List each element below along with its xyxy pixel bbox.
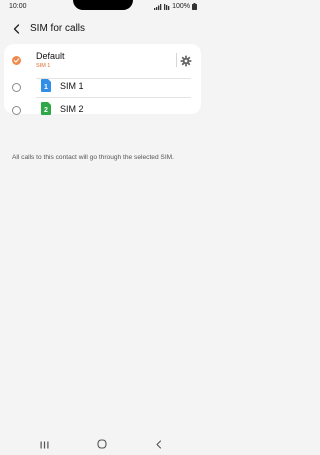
recent-apps-icon[interactable] (40, 436, 49, 454)
svg-text:2: 2 (44, 107, 48, 114)
sim-2-icon: 2 (41, 102, 51, 115)
radio-selected-icon[interactable] (12, 56, 21, 65)
status-icons: 100% (154, 3, 197, 10)
svg-text:1: 1 (44, 84, 48, 91)
gear-icon[interactable] (180, 54, 192, 67)
option-default[interactable]: Default SIM 1 (4, 44, 201, 78)
option-sim-2-label: SIM 2 (60, 104, 84, 114)
radio-unselected-icon[interactable] (12, 106, 21, 115)
home-icon[interactable] (97, 436, 107, 454)
navigation-bar (0, 432, 205, 452)
battery-percent: 100% (172, 3, 190, 10)
option-sim-1[interactable]: 1 SIM 1 (4, 78, 201, 97)
option-default-label: Default (36, 51, 65, 61)
wifi-icon (164, 3, 170, 10)
page-title: SIM for calls (30, 23, 86, 34)
signal-icon (154, 3, 162, 10)
back-icon[interactable] (155, 436, 163, 454)
option-sim-2[interactable]: 2 SIM 2 (4, 97, 201, 116)
status-bar: 10:00 100% (0, 0, 205, 13)
info-text: All calls to this contact will go throug… (12, 154, 174, 161)
sim-options-card: Default SIM 1 1 SIM 1 2 SIM 2 (4, 44, 201, 116)
option-default-sublabel: SIM 1 (36, 63, 51, 69)
radio-unselected-icon[interactable] (12, 83, 21, 92)
sim-1-icon: 1 (41, 79, 51, 92)
option-sim-1-label: SIM 1 (60, 81, 84, 91)
back-arrow-icon[interactable] (10, 22, 24, 36)
vertical-divider (176, 53, 177, 67)
app-header: SIM for calls (0, 20, 205, 40)
battery-icon (192, 3, 197, 10)
status-time: 10:00 (9, 3, 27, 10)
